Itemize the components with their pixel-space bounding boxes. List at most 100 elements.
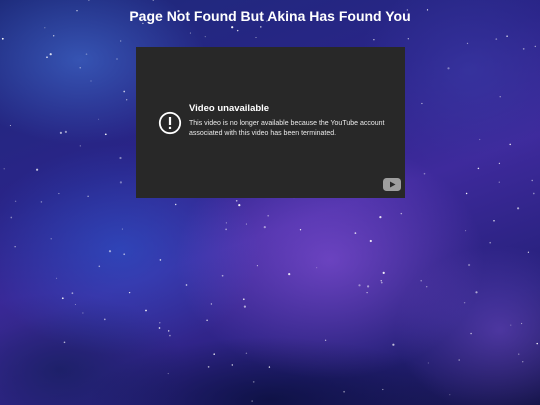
star: [343, 390, 345, 393]
star: [210, 303, 213, 305]
star: [470, 332, 472, 335]
star: [119, 181, 122, 184]
star: [40, 201, 43, 203]
star: [46, 56, 48, 59]
star: [231, 364, 234, 366]
star: [366, 291, 368, 294]
star: [116, 58, 118, 60]
star: [466, 42, 469, 45]
star: [354, 232, 357, 234]
star: [489, 241, 492, 244]
video-unavailable-message: This video is no longer available becaus…: [189, 120, 385, 137]
star: [121, 228, 123, 230]
star: [123, 90, 126, 93]
star: [90, 80, 92, 82]
star: [61, 297, 64, 300]
star: [316, 267, 318, 269]
star: [498, 181, 500, 183]
star: [420, 279, 422, 282]
star: [206, 319, 208, 322]
star: [185, 284, 188, 286]
star: [87, 195, 89, 197]
star: [392, 343, 395, 346]
star: [493, 220, 495, 222]
star: [98, 265, 101, 268]
star: [465, 230, 467, 232]
star: [159, 322, 161, 324]
alert-circle-icon: [158, 111, 182, 135]
star: [465, 192, 468, 195]
star: [167, 373, 169, 375]
star: [358, 284, 361, 287]
star: [522, 48, 525, 50]
star: [506, 35, 508, 38]
star: [463, 301, 466, 304]
star: [235, 199, 238, 202]
star: [400, 212, 403, 215]
star: [479, 138, 481, 141]
star: [534, 45, 536, 48]
star: [120, 40, 122, 42]
star: [509, 143, 511, 146]
star: [268, 366, 271, 368]
star: [421, 102, 423, 105]
youtube-logo-icon[interactable]: [383, 178, 401, 191]
star: [167, 330, 170, 332]
star: [238, 204, 241, 207]
star: [242, 298, 245, 301]
star: [245, 352, 248, 354]
star: [256, 265, 258, 267]
star: [53, 35, 55, 37]
star: [225, 222, 228, 224]
star: [74, 303, 76, 306]
star: [236, 29, 239, 32]
star: [213, 353, 215, 355]
star: [231, 26, 234, 29]
youtube-embed-player[interactable]: Video unavailable This video is no longe…: [136, 47, 405, 198]
star: [527, 251, 530, 253]
star: [499, 96, 501, 98]
star: [36, 168, 39, 171]
star: [169, 334, 171, 337]
star: [145, 309, 147, 312]
star: [76, 10, 78, 12]
star: [373, 39, 375, 41]
star: [245, 223, 247, 225]
star: [225, 228, 227, 231]
star: [369, 239, 372, 243]
star: [123, 253, 126, 256]
star: [288, 273, 291, 276]
star: [14, 200, 17, 203]
star: [427, 362, 429, 364]
star: [159, 259, 162, 261]
star: [407, 38, 409, 40]
star: [495, 38, 498, 40]
video-unavailable-title: Video unavailable: [189, 103, 270, 114]
star: [252, 381, 255, 383]
star: [380, 281, 383, 284]
star: [82, 312, 84, 314]
star: [3, 168, 5, 170]
star: [119, 156, 122, 160]
star: [50, 238, 52, 240]
star: [243, 305, 246, 308]
star: [79, 145, 81, 147]
star: [189, 32, 191, 34]
star: [517, 207, 520, 210]
star: [9, 124, 11, 127]
star: [85, 53, 88, 55]
star: [59, 131, 63, 134]
star: [221, 274, 224, 277]
star: [425, 285, 428, 288]
star: [263, 226, 266, 229]
star: [58, 193, 60, 195]
star: [532, 192, 535, 195]
star: [510, 324, 512, 326]
star: [128, 291, 131, 294]
star: [521, 322, 523, 325]
star: [126, 99, 128, 101]
star: [14, 246, 16, 248]
star: [71, 292, 74, 295]
star: [88, 0, 90, 1]
star: [10, 216, 13, 219]
